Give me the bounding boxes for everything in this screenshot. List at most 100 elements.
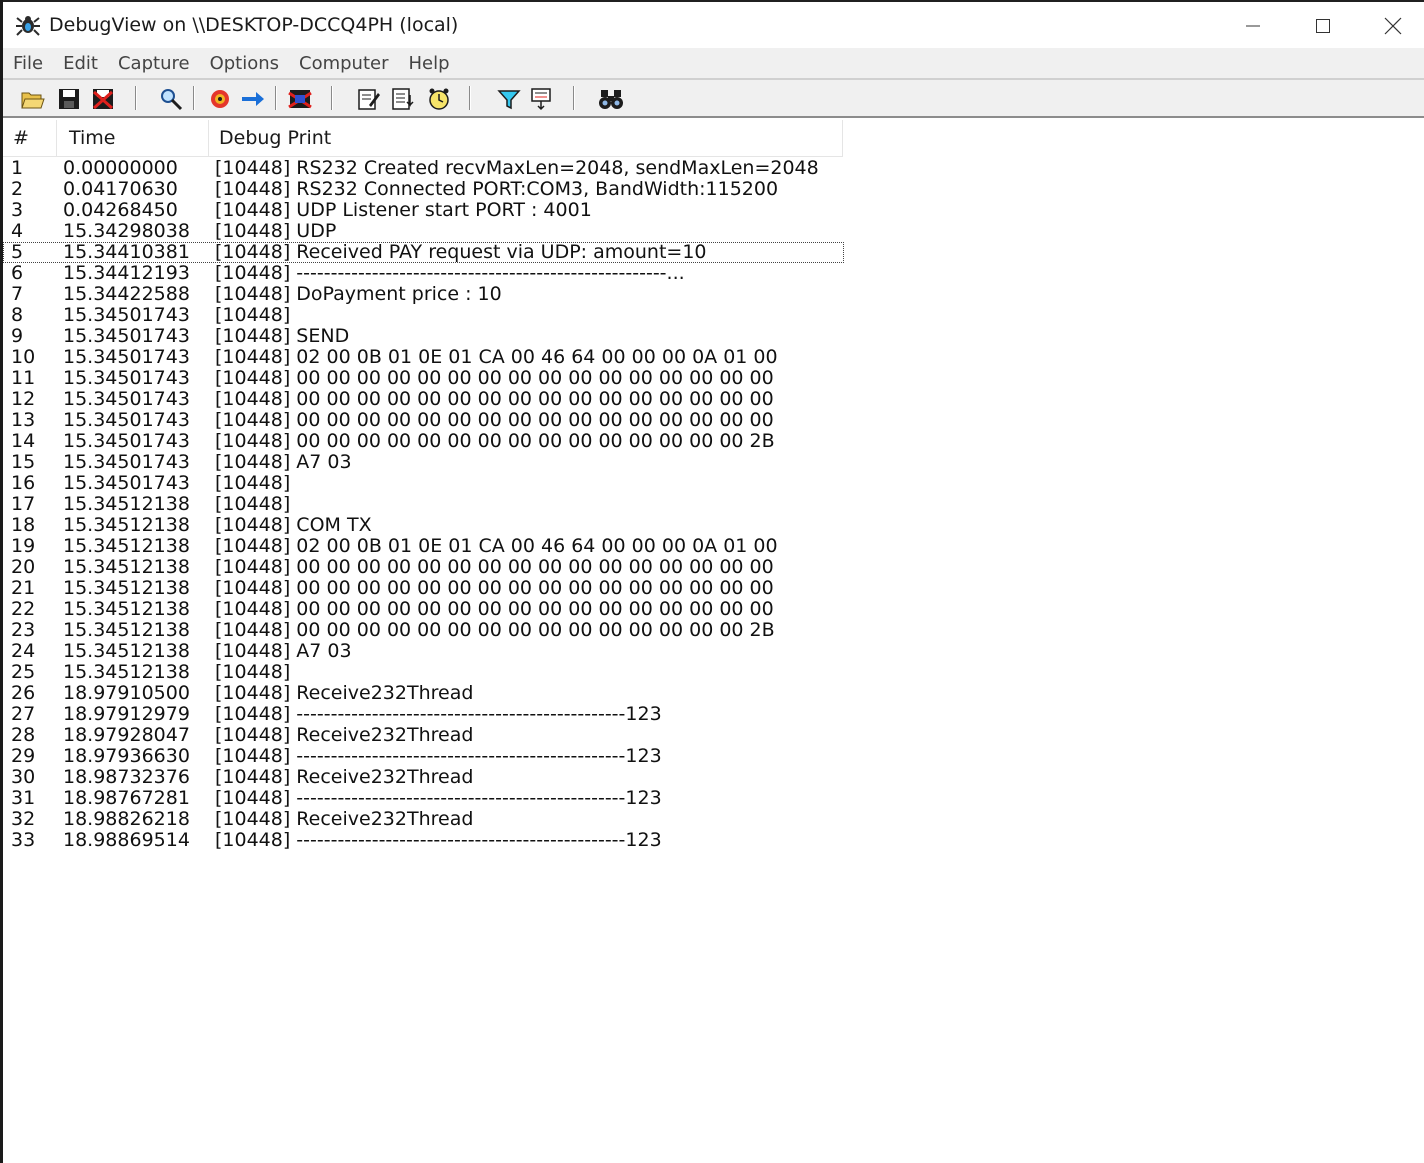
log-row[interactable]: 30 18.98732376 [10448] Receive232Thread xyxy=(3,767,844,788)
log-row-number: 13 xyxy=(11,409,36,431)
filter-button[interactable] xyxy=(355,85,383,113)
autoscroll-button[interactable] xyxy=(239,85,267,113)
log-row[interactable]: 2 0.04170630 [10448] RS232 Connected PORT:… xyxy=(3,179,844,200)
log-row[interactable]: 5 15.34410381 [10448] Received PAY request… xyxy=(3,242,844,263)
log-row-number: 1 xyxy=(11,157,24,179)
log-row-time: 18.98869514 xyxy=(63,829,190,851)
log-row[interactable]: 20 15.34512138 [10448] 00 00 00 00 00 00 0… xyxy=(3,557,844,578)
log-row[interactable]: 32 18.98826218 [10448] Receive232Thread xyxy=(3,809,844,830)
log-row[interactable]: 18 15.34512138 [10448] COM TX xyxy=(3,515,844,536)
save-button[interactable] xyxy=(55,85,83,113)
log-row[interactable]: 25 15.34512138 [10448] xyxy=(3,662,844,683)
log-row[interactable]: 4 15.34298038 [10448] UDP xyxy=(3,221,844,242)
column-header-debug-print[interactable]: Debug Print xyxy=(209,120,843,156)
log-row[interactable]: 10 15.34501743 [10448] 02 00 0B 01 0E 01 C… xyxy=(3,347,844,368)
log-row-message: [10448] 00 00 00 00 00 00 00 00 00 00 00… xyxy=(215,367,774,389)
log-row[interactable]: 1 0.00000000 [10448] RS232 Created recvMax… xyxy=(3,158,844,179)
time-button[interactable] xyxy=(425,85,453,113)
log-row-time: 18.97928047 xyxy=(63,724,190,746)
bookmark-button[interactable] xyxy=(527,85,555,113)
log-row-time: 0.04170630 xyxy=(63,178,178,200)
find-button[interactable] xyxy=(157,85,185,113)
menu-edit[interactable]: Edit xyxy=(53,53,108,74)
capture-button[interactable] xyxy=(206,85,234,113)
log-row-message: [10448] 02 00 0B 01 0E 01 CA 00 46 64 00… xyxy=(215,346,778,368)
log-row-time: 18.98732376 xyxy=(63,766,190,788)
log-row[interactable]: 19 15.34512138 [10448] 02 00 0B 01 0E 01 C… xyxy=(3,536,844,557)
log-row[interactable]: 26 18.97910500 [10448] Receive232Thread xyxy=(3,683,844,704)
log-row[interactable]: 8 15.34501743 [10448] xyxy=(3,305,844,326)
menu-capture[interactable]: Capture xyxy=(108,53,200,74)
log-row[interactable]: 33 18.98869514 [10448] -------------------… xyxy=(3,830,844,851)
log-row[interactable]: 9 15.34501743 [10448] SEND xyxy=(3,326,844,347)
log-row-number: 5 xyxy=(11,241,24,263)
history-icon xyxy=(392,88,414,110)
log-row-message: [10448] --------------------------------… xyxy=(215,262,685,284)
log-row[interactable]: 6 15.34412193 [10448] --------------------… xyxy=(3,263,844,284)
log-row-time: 15.34512138 xyxy=(63,619,190,641)
window-title: DebugView on \\DESKTOP-DCCQ4PH (local) xyxy=(49,14,459,36)
open-button[interactable] xyxy=(19,85,47,113)
log-row-time: 15.34501743 xyxy=(63,304,190,326)
log-row[interactable]: 3 0.04268450 [10448] UDP Listener start PO… xyxy=(3,200,844,221)
log-row-message: [10448] 00 00 00 00 00 00 00 00 00 00 00… xyxy=(215,577,774,599)
menu-file[interactable]: File xyxy=(3,53,53,74)
menu-options[interactable]: Options xyxy=(200,53,289,74)
log-row[interactable]: 7 15.34422588 [10448] DoPayment price : 10 xyxy=(3,284,844,305)
log-row[interactable]: 16 15.34501743 [10448] xyxy=(3,473,844,494)
binoculars-icon xyxy=(599,90,623,109)
log-row-time: 15.34410381 xyxy=(63,241,190,263)
log-row[interactable]: 27 18.97912979 [10448] -------------------… xyxy=(3,704,844,725)
highlight-button[interactable] xyxy=(495,85,523,113)
log-row[interactable]: 12 15.34501743 [10448] 00 00 00 00 00 00 0… xyxy=(3,389,844,410)
history-button[interactable] xyxy=(389,85,417,113)
log-row-number: 9 xyxy=(11,325,24,347)
log-row-time: 18.97912979 xyxy=(63,703,190,725)
log-row[interactable]: 13 15.34501743 [10448] 00 00 00 00 00 00 0… xyxy=(3,410,844,431)
log-row[interactable]: 24 15.34512138 [10448] A7 03 xyxy=(3,641,844,662)
log-row-time: 15.34512138 xyxy=(63,640,190,662)
log-row[interactable]: 11 15.34501743 [10448] 00 00 00 00 00 00 0… xyxy=(3,368,844,389)
search-button[interactable] xyxy=(597,85,625,113)
log-row[interactable]: 23 15.34512138 [10448] 00 00 00 00 00 00 0… xyxy=(3,620,844,641)
log-row-time: 15.34501743 xyxy=(63,367,190,389)
log-row-message: [10448] DoPayment price : 10 xyxy=(215,283,502,305)
log-row[interactable]: 17 15.34512138 [10448] xyxy=(3,494,844,515)
menu-bar: File Edit Capture Options Computer Help xyxy=(3,48,1424,78)
menu-computer[interactable]: Computer xyxy=(289,53,398,74)
toolbar xyxy=(3,80,1424,118)
column-header-number[interactable]: # xyxy=(13,120,57,156)
log-row-message: [10448] --------------------------------… xyxy=(215,745,662,767)
log-row-number: 7 xyxy=(11,283,24,305)
bookmark-icon xyxy=(531,88,551,111)
log-row-number: 18 xyxy=(11,514,36,536)
log-row[interactable]: 28 18.97928047 [10448] Receive232Thread xyxy=(3,725,844,746)
log-row-time: 15.34501743 xyxy=(63,430,190,452)
open-icon xyxy=(21,92,45,109)
menu-help[interactable]: Help xyxy=(399,53,460,74)
log-row[interactable]: 22 15.34512138 [10448] 00 00 00 00 00 00 0… xyxy=(3,599,844,620)
maximize-button[interactable] xyxy=(1288,4,1358,48)
log-row-message: [10448] 02 00 0B 01 0E 01 CA 00 46 64 00… xyxy=(215,535,778,557)
debug-output-list[interactable]: # Time Debug Print 1 0.00000000 [10448] RS… xyxy=(3,120,1424,1163)
log-row[interactable]: 31 18.98767281 [10448] -------------------… xyxy=(3,788,844,809)
close-button[interactable] xyxy=(1358,4,1424,48)
log-row-number: 26 xyxy=(11,682,36,704)
toolbar-separator xyxy=(135,86,137,110)
log-row[interactable]: 14 15.34501743 [10448] 00 00 00 00 00 00 0… xyxy=(3,431,844,452)
log-row-time: 15.34501743 xyxy=(63,346,190,368)
log-row-message: [10448] xyxy=(215,493,291,515)
log-row-time: 18.97910500 xyxy=(63,682,190,704)
minimize-button[interactable] xyxy=(1218,4,1288,48)
log-row[interactable]: 15 15.34501743 [10448] A7 03 xyxy=(3,452,844,473)
log-row-message: [10448] A7 03 xyxy=(215,451,352,473)
save-as-button[interactable] xyxy=(89,85,117,113)
clear-display-button[interactable] xyxy=(286,85,314,113)
log-row[interactable]: 21 15.34512138 [10448] 00 00 00 00 00 00 0… xyxy=(3,578,844,599)
minimize-icon xyxy=(1246,25,1260,27)
column-header-time[interactable]: Time xyxy=(57,120,209,156)
title-bar[interactable]: DebugView on \\DESKTOP-DCCQ4PH (local) xyxy=(3,0,1424,48)
log-row-number: 17 xyxy=(11,493,36,515)
log-row-time: 15.34412193 xyxy=(63,262,190,284)
log-row[interactable]: 29 18.97936630 [10448] -------------------… xyxy=(3,746,844,767)
